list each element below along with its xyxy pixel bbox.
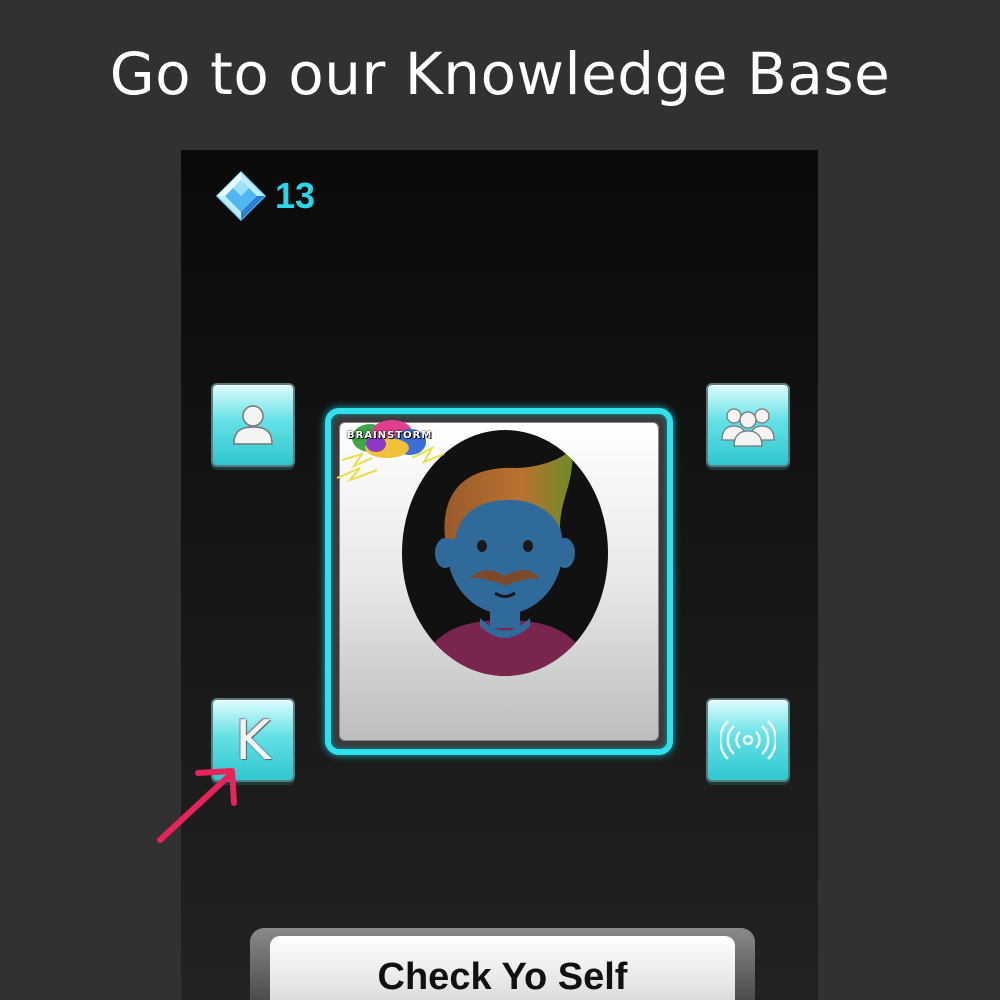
pink-arrow-icon	[157, 768, 237, 843]
check-yo-self-face: Check Yo Self	[270, 936, 735, 1000]
game-screen: 13 K BRAINSTORM Check Yo Self	[181, 150, 818, 1000]
broadcast-signal-icon	[720, 720, 776, 760]
diamond-gem-icon	[215, 170, 267, 222]
single-user-icon	[233, 405, 273, 445]
check-yo-self-label: Check Yo Self	[377, 956, 628, 998]
page-headline: Go to our Knowledge Base	[109, 40, 891, 108]
check-yo-self-button[interactable]: Check Yo Self	[250, 928, 755, 1000]
gem-count: 13	[275, 175, 316, 216]
avatar-panel: BRAINSTORM	[336, 420, 659, 741]
avatar-frame[interactable]: BRAINSTORM	[325, 408, 673, 755]
brainstorm-logo-text: BRAINSTORM	[347, 430, 433, 441]
broadcast-button[interactable]	[706, 698, 790, 782]
group-button[interactable]	[706, 383, 790, 467]
profile-button[interactable]	[211, 383, 295, 467]
gem-counter: 13	[215, 170, 315, 222]
brainstorm-logo: BRAINSTORM	[332, 418, 452, 488]
users-group-icon	[721, 408, 775, 447]
